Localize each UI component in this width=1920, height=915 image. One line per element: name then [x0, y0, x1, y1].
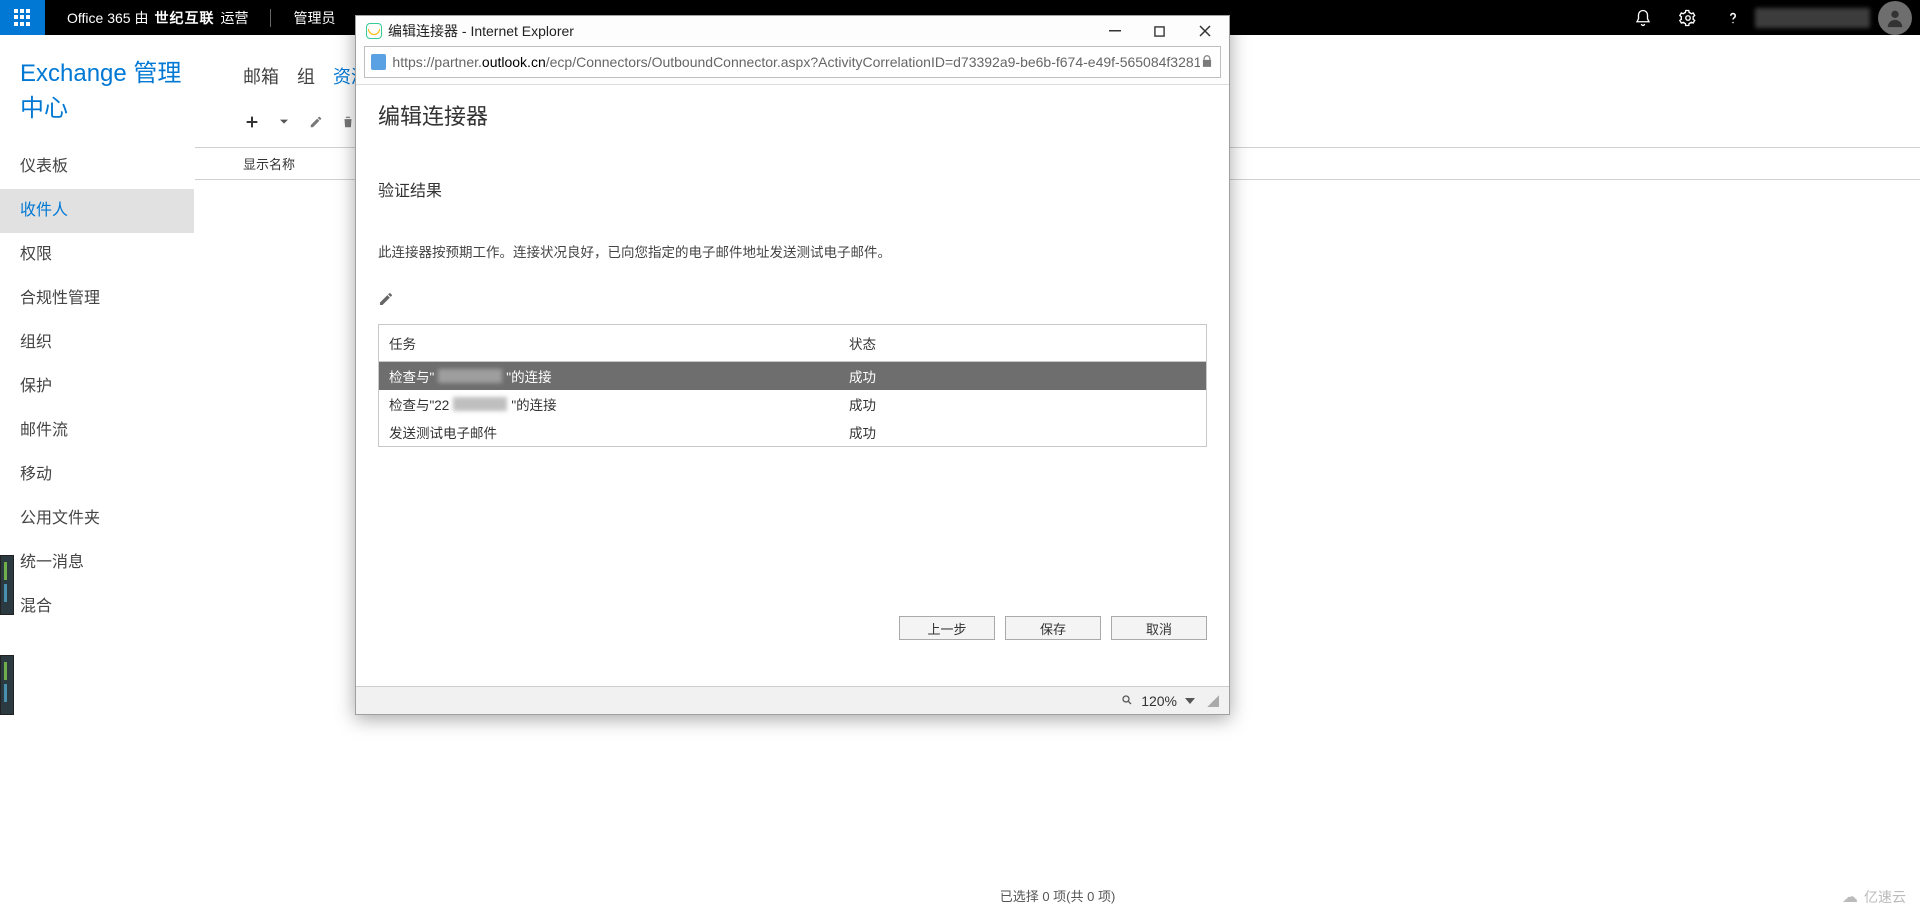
save-button[interactable]: 保存	[1005, 616, 1101, 640]
sidebar-item-3[interactable]: 合规性管理	[0, 277, 194, 321]
validation-results-table: 任务 状态 检查与""的连接成功检查与"22"的连接成功发送测试电子邮件成功	[378, 324, 1207, 447]
zoom-level[interactable]: 120%	[1141, 693, 1177, 709]
app-title: Exchange 管理中心	[0, 35, 194, 145]
zoom-icon[interactable]	[1121, 693, 1133, 709]
selection-status: 已选择 0 项(共 0 项)	[1000, 886, 1116, 905]
ie-status-bar: 120%	[356, 686, 1229, 714]
ie-titlebar[interactable]: 编辑连接器 - Internet Explorer	[356, 16, 1229, 46]
settings-icon[interactable]	[1665, 0, 1710, 35]
dialog-subtitle: 验证结果	[378, 177, 1207, 201]
ie-address-bar[interactable]: https://partner.outlook.cn/ecp/Connector…	[364, 46, 1221, 78]
tab-1[interactable]: 组	[297, 63, 315, 89]
sidebar-item-2[interactable]: 权限	[0, 233, 194, 277]
watermark: ☁ 亿速云	[1842, 887, 1906, 907]
zoom-dropdown-icon[interactable]	[1185, 698, 1195, 704]
lock-icon	[1200, 54, 1214, 71]
edit-button[interactable]	[307, 113, 325, 131]
admin-label[interactable]: 管理员	[271, 8, 357, 28]
window-minimize-button[interactable]	[1092, 16, 1137, 46]
tab-0[interactable]: 邮箱	[243, 63, 279, 89]
redacted-text	[453, 397, 507, 411]
url-text: https://partner.outlook.cn/ecp/Connector…	[392, 54, 1200, 70]
dropdown-icon[interactable]	[275, 113, 293, 131]
sidebar-item-5[interactable]: 保护	[0, 365, 194, 409]
resize-grip[interactable]	[1207, 695, 1219, 707]
window-close-button[interactable]	[1182, 16, 1227, 46]
app-launcher-button[interactable]	[0, 0, 45, 35]
sidebar-item-9[interactable]: 统一消息	[0, 541, 194, 585]
sidebar-item-8[interactable]: 公用文件夹	[0, 497, 194, 541]
sidebar-item-7[interactable]: 移动	[0, 453, 194, 497]
table-row[interactable]: 检查与""的连接成功	[379, 362, 1206, 390]
add-button[interactable]	[243, 113, 261, 131]
table-header-row: 任务 状态	[379, 325, 1206, 362]
window-maximize-button[interactable]	[1137, 16, 1182, 46]
col-status-header[interactable]: 状态	[839, 325, 1206, 361]
sidebar-item-4[interactable]: 组织	[0, 321, 194, 365]
waffle-icon	[14, 9, 32, 27]
sidebar-item-6[interactable]: 邮件流	[0, 409, 194, 453]
ie-window-title: 编辑连接器 - Internet Explorer	[388, 21, 574, 41]
user-avatar[interactable]	[1878, 1, 1912, 35]
dialog-description: 此连接器按预期工作。连接状况良好，已向您指定的电子邮件地址发送测试电子邮件。	[378, 243, 1207, 263]
watermark-icon: ☁	[1842, 887, 1858, 907]
sidebar-item-1[interactable]: 收件人	[0, 189, 194, 233]
notifications-icon[interactable]	[1620, 0, 1665, 35]
dialog-title: 编辑连接器	[378, 99, 1207, 131]
table-row[interactable]: 发送测试电子邮件成功	[379, 418, 1206, 446]
col-task-header[interactable]: 任务	[379, 325, 839, 361]
thumbnail-widget	[0, 655, 14, 715]
ie-popup-window: 编辑连接器 - Internet Explorer https://partne…	[355, 15, 1230, 715]
dialog-content: 编辑连接器 验证结果 此连接器按预期工作。连接状况良好，已向您指定的电子邮件地址…	[356, 84, 1229, 686]
sidebar-item-0[interactable]: 仪表板	[0, 145, 194, 189]
redacted-text	[438, 369, 502, 383]
sidebar-item-10[interactable]: 混合	[0, 585, 194, 629]
brand-label: Office 365 由 世纪互联 运营	[45, 8, 270, 28]
cancel-button[interactable]: 取消	[1111, 616, 1207, 640]
site-icon	[371, 54, 386, 70]
back-button[interactable]: 上一步	[899, 616, 995, 640]
header-actions	[1620, 0, 1920, 35]
table-row[interactable]: 检查与"22"的连接成功	[379, 390, 1206, 418]
ie-favicon-icon	[366, 23, 382, 39]
thumbnail-widget	[0, 555, 14, 615]
help-icon[interactable]	[1710, 0, 1755, 35]
edit-results-button[interactable]	[378, 291, 394, 312]
left-sidebar: Exchange 管理中心 仪表板收件人权限合规性管理组织保护邮件流移动公用文件…	[0, 35, 195, 915]
dialog-buttons: 上一步 保存 取消	[899, 616, 1207, 640]
user-name-redacted	[1755, 8, 1870, 28]
